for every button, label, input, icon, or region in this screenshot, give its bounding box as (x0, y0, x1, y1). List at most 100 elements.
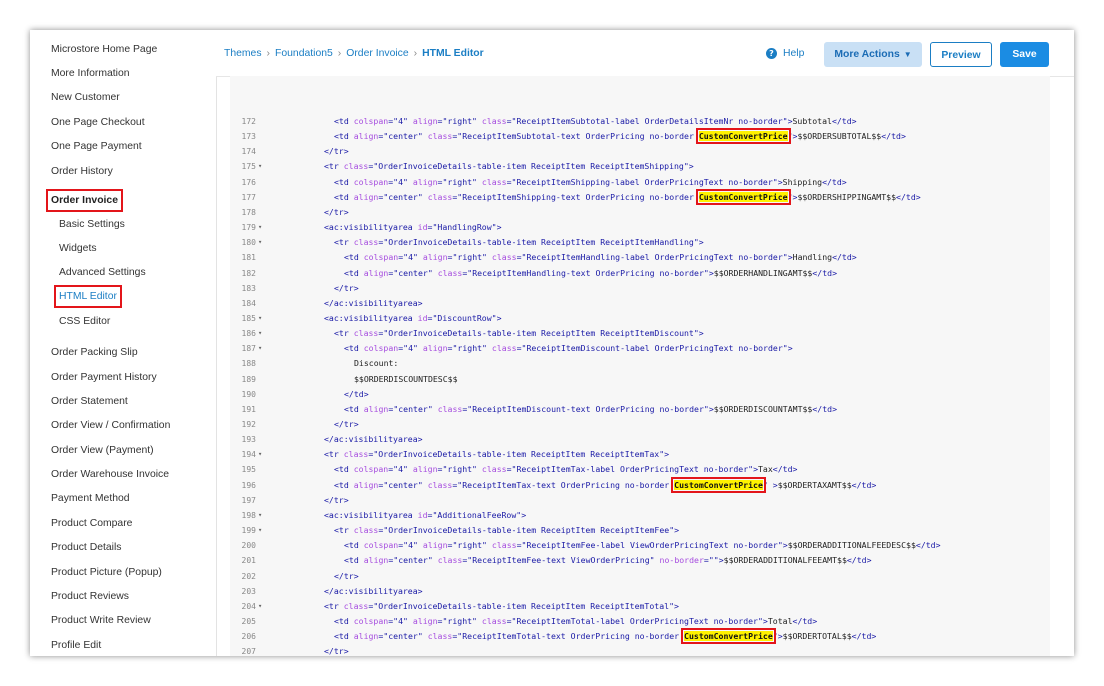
sidebar-item-product-compare[interactable]: Product Compare (51, 517, 132, 530)
code-text: <td align="center" class="ReceiptItemTax… (334, 476, 876, 493)
code-line[interactable]: 174 </tr> (230, 144, 1050, 159)
code-line[interactable]: 192 </tr> (230, 417, 1050, 432)
breadcrumb-order-invoice[interactable]: Order Invoice (346, 48, 408, 59)
code-line[interactable]: 196 <td align="center" class="ReceiptItem… (230, 476, 1050, 493)
code-line[interactable]: 178 </tr> (230, 205, 1050, 220)
fold-toggle-icon[interactable]: ▾ (258, 326, 262, 341)
code-line[interactable]: 183 </tr> (230, 281, 1050, 296)
code-line[interactable]: 193 </ac:visibilityarea> (230, 432, 1050, 447)
code-line[interactable]: 194 ▾ <tr class="OrderInvoiceDetails-table… (230, 447, 1050, 462)
sidebar-item-new-customer[interactable]: New Customer (51, 91, 120, 104)
more-actions-button[interactable]: More Actions ▼ (824, 42, 922, 67)
fold-toggle-icon[interactable]: ▾ (258, 508, 262, 523)
code-line[interactable]: 173 <td align="center" class="ReceiptItem… (230, 128, 1050, 145)
code-line[interactable]: 200 <td colspan="4" align="right" class="… (230, 538, 1050, 553)
sidebar-item-profile-edit[interactable]: Profile Edit (51, 639, 101, 652)
sidebar-item-product-details[interactable]: Product Details (51, 541, 121, 554)
line-number: 192 (241, 420, 256, 429)
code-token: <td (334, 116, 354, 126)
code-token: "HandlingRow" (432, 222, 497, 233)
sidebar-item-order-view-confirmation[interactable]: Order View / Confirmation (51, 419, 170, 432)
sidebar-subitem-widgets[interactable]: Widgets (59, 242, 97, 255)
fold-toggle-icon[interactable]: ▾ (258, 523, 262, 538)
sidebar-item-order-packing-slip[interactable]: Order Packing Slip (51, 346, 138, 359)
sidebar-subitem-css-editor[interactable]: CSS Editor (59, 315, 110, 328)
help-link[interactable]: ? Help (766, 48, 804, 59)
sidebar-item-more-information[interactable]: More Information (51, 67, 130, 80)
code-line[interactable]: 189 $$ORDERDISCOUNTDESC$$ (230, 372, 1050, 387)
code-line[interactable]: 188 Discount: (230, 356, 1050, 371)
fold-toggle-icon[interactable]: ▾ (258, 220, 262, 235)
fold-toggle-icon[interactable]: ▾ (258, 341, 262, 356)
code-token: "ReceiptItemHandling-text OrderPricing n… (467, 267, 709, 278)
fold-toggle-icon[interactable]: ▾ (258, 159, 262, 174)
code-line[interactable]: 187 ▾ <td colspan="4" align="right" class=… (230, 341, 1050, 356)
fold-toggle-icon[interactable]: ▾ (258, 235, 262, 250)
code-token: align (353, 631, 379, 642)
code-token: class (353, 328, 379, 339)
code-line[interactable]: 201 <td align="center" class="ReceiptItem… (230, 553, 1050, 568)
sidebar-subitem-basic-settings[interactable]: Basic Settings (59, 218, 125, 231)
code-token: class (437, 555, 463, 566)
sidebar-item-product-picture-popup[interactable]: Product Picture (Popup) (51, 566, 162, 579)
code-line[interactable]: 182 <td align="center" class="ReceiptItem… (230, 266, 1050, 281)
code-token: "center" (383, 131, 428, 142)
code-line[interactable]: 185 ▾ <ac:visibilityarea id="DiscountRow"> (230, 311, 1050, 326)
code-line[interactable]: 205 <td colspan="4" align="right" class="… (230, 614, 1050, 629)
code-line[interactable]: 179 ▾ <ac:visibilityarea id="HandlingRow"> (230, 220, 1050, 235)
code-line[interactable]: 175 ▾ <tr class="OrderInvoiceDetails-table… (230, 159, 1050, 174)
code-token: <td (344, 267, 364, 278)
code-line[interactable]: 207 </tr> (230, 644, 1050, 656)
sidebar-item-microstore-home-page[interactable]: Microstore Home Page (51, 43, 157, 56)
code-line[interactable]: 184 </ac:visibilityarea> (230, 296, 1050, 311)
sidebar-item-order-statement[interactable]: Order Statement (51, 395, 128, 408)
sidebar-item-one-page-payment[interactable]: One Page Payment (51, 140, 142, 153)
line-number: 198 (241, 510, 256, 520)
code-text: </ac:visibilityarea> (324, 296, 423, 311)
code-line[interactable]: 197 </tr> (230, 493, 1050, 508)
code-text: <td colspan="4" align="right" class="Rec… (344, 341, 793, 356)
code-token: </ac:visibilityarea> (324, 585, 423, 596)
code-line[interactable]: 204 ▾ <tr class="OrderInvoiceDetails-table… (230, 599, 1050, 614)
code-line[interactable]: 180 ▾ <tr class="OrderInvoiceDetails-table… (230, 235, 1050, 250)
sidebar-item-order-history[interactable]: Order History (51, 165, 113, 178)
code-line[interactable]: 181 <td colspan="4" align="right" class="… (230, 250, 1050, 265)
code-line[interactable]: 206 <td align="center" class="ReceiptItem… (230, 628, 1050, 645)
fold-toggle-icon[interactable]: ▾ (258, 447, 262, 462)
code-token: "OrderInvoiceDetails-table-item ReceiptI… (383, 237, 699, 248)
code-line[interactable]: 176 <td colspan="4" align="right" class="… (230, 175, 1050, 190)
sidebar-item-one-page-checkout[interactable]: One Page Checkout (51, 116, 145, 129)
sidebar-item-product-reviews[interactable]: Product Reviews (51, 590, 129, 603)
fold-toggle-icon[interactable]: ▾ (258, 599, 262, 614)
code-token: "DiscountRow" (432, 312, 497, 323)
sidebar-item-order-payment-history[interactable]: Order Payment History (51, 371, 157, 384)
code-editor[interactable]: 172 <td colspan="4" align="right" class="… (230, 76, 1050, 656)
code-line[interactable]: 191 <td align="center" class="ReceiptItem… (230, 402, 1050, 417)
code-token: align (353, 191, 379, 202)
code-line[interactable]: 203 </ac:visibilityarea> (230, 584, 1050, 599)
sidebar-item-product-write-review[interactable]: Product Write Review (51, 614, 151, 627)
code-token: class (491, 540, 517, 551)
code-line[interactable]: 202 </tr> (230, 569, 1050, 584)
code-line[interactable]: 199 ▾ <tr class="OrderInvoiceDetails-table… (230, 523, 1050, 538)
preview-button[interactable]: Preview (930, 42, 992, 67)
sidebar-subitem-html-editor[interactable]: HTML Editor (54, 285, 122, 308)
code-text: <td colspan="4" align="right" class="Rec… (334, 175, 847, 190)
save-button[interactable]: Save (1000, 42, 1049, 67)
fold-toggle-icon[interactable]: ▾ (258, 311, 262, 326)
code-line[interactable]: 172 <td colspan="4" align="right" class="… (230, 114, 1050, 129)
code-line[interactable]: 190 </td> (230, 387, 1050, 402)
breadcrumb-separator: › (413, 48, 418, 59)
sidebar-subitem-advanced-settings[interactable]: Advanced Settings (59, 266, 146, 279)
code-line[interactable]: 195 <td colspan="4" align="right" class="… (230, 462, 1050, 477)
sidebar-item-payment-method[interactable]: Payment Method (51, 492, 130, 505)
sidebar-item-order-view-payment[interactable]: Order View (Payment) (51, 444, 154, 457)
line-number: 180 (241, 238, 256, 248)
code-line[interactable]: 177 <td align="center" class="ReceiptItem… (230, 188, 1050, 205)
code-line[interactable]: 186 ▾ <tr class="OrderInvoiceDetails-table… (230, 326, 1050, 341)
breadcrumb-foundation5[interactable]: Foundation5 (275, 48, 333, 59)
sidebar-item-order-warehouse-invoice[interactable]: Order Warehouse Invoice (51, 468, 169, 481)
sidebar-item-order-invoice[interactable]: Order Invoice (46, 189, 123, 212)
code-line[interactable]: 198 ▾ <ac:visibilityarea id="AdditionalFee… (230, 508, 1050, 523)
breadcrumb-themes[interactable]: Themes (224, 48, 262, 59)
